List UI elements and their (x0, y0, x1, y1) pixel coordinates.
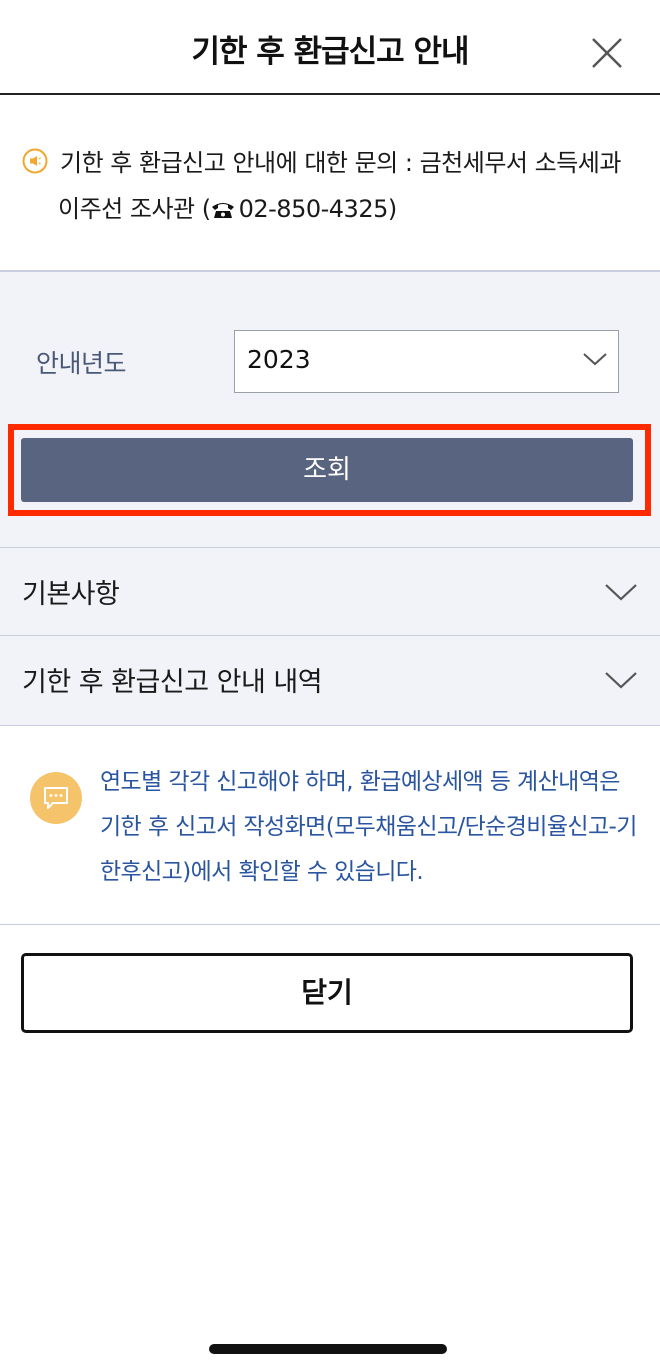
notice-text: 연도별 각각 신고해야 하며, 환급예상세액 등 계산내역은 기한 후 신고서 … (100, 769, 637, 885)
chat-bubble-icon (30, 772, 82, 824)
accordion-label: 기본사항 (22, 579, 120, 610)
chevron-down-icon (583, 353, 607, 366)
accordion-basic-info[interactable]: 기본사항 (0, 547, 660, 635)
year-select-value: 2023 (247, 345, 311, 374)
search-button[interactable]: 조회 (21, 438, 633, 502)
speaker-icon (22, 148, 48, 174)
year-select[interactable]: 2023 (234, 330, 619, 393)
chevron-down-icon (605, 584, 637, 601)
close-button[interactable] (590, 36, 624, 70)
year-label: 안내년도 (36, 349, 127, 378)
notice-box: 연도별 각각 신고해야 하며, 환급예상세액 등 계산내역은 기한 후 신고서 … (0, 725, 660, 925)
home-indicator (209, 1344, 447, 1354)
page-title: 기한 후 환급신고 안내 (191, 34, 469, 70)
inquiry-info: 기한 후 환급신고 안내에 대한 문의 : 금천세무서 소득세과 이주선 조사관… (22, 140, 642, 232)
close-bottom-button[interactable]: 닫기 (21, 953, 633, 1033)
chevron-down-icon (605, 672, 637, 689)
header: 기한 후 환급신고 안내 (0, 0, 660, 95)
phone-number[interactable]: 02-850-4325) (239, 195, 398, 223)
close-icon (592, 38, 622, 68)
accordion-label: 기한 후 환급신고 안내 내역 (22, 667, 323, 698)
accordion-refund-details[interactable]: 기한 후 환급신고 안내 내역 (0, 635, 660, 723)
inquiry-text: 기한 후 환급신고 안내에 대한 문의 : 금천세무서 소득세과 이주선 조사관… (58, 140, 642, 232)
phone-icon (211, 203, 234, 218)
